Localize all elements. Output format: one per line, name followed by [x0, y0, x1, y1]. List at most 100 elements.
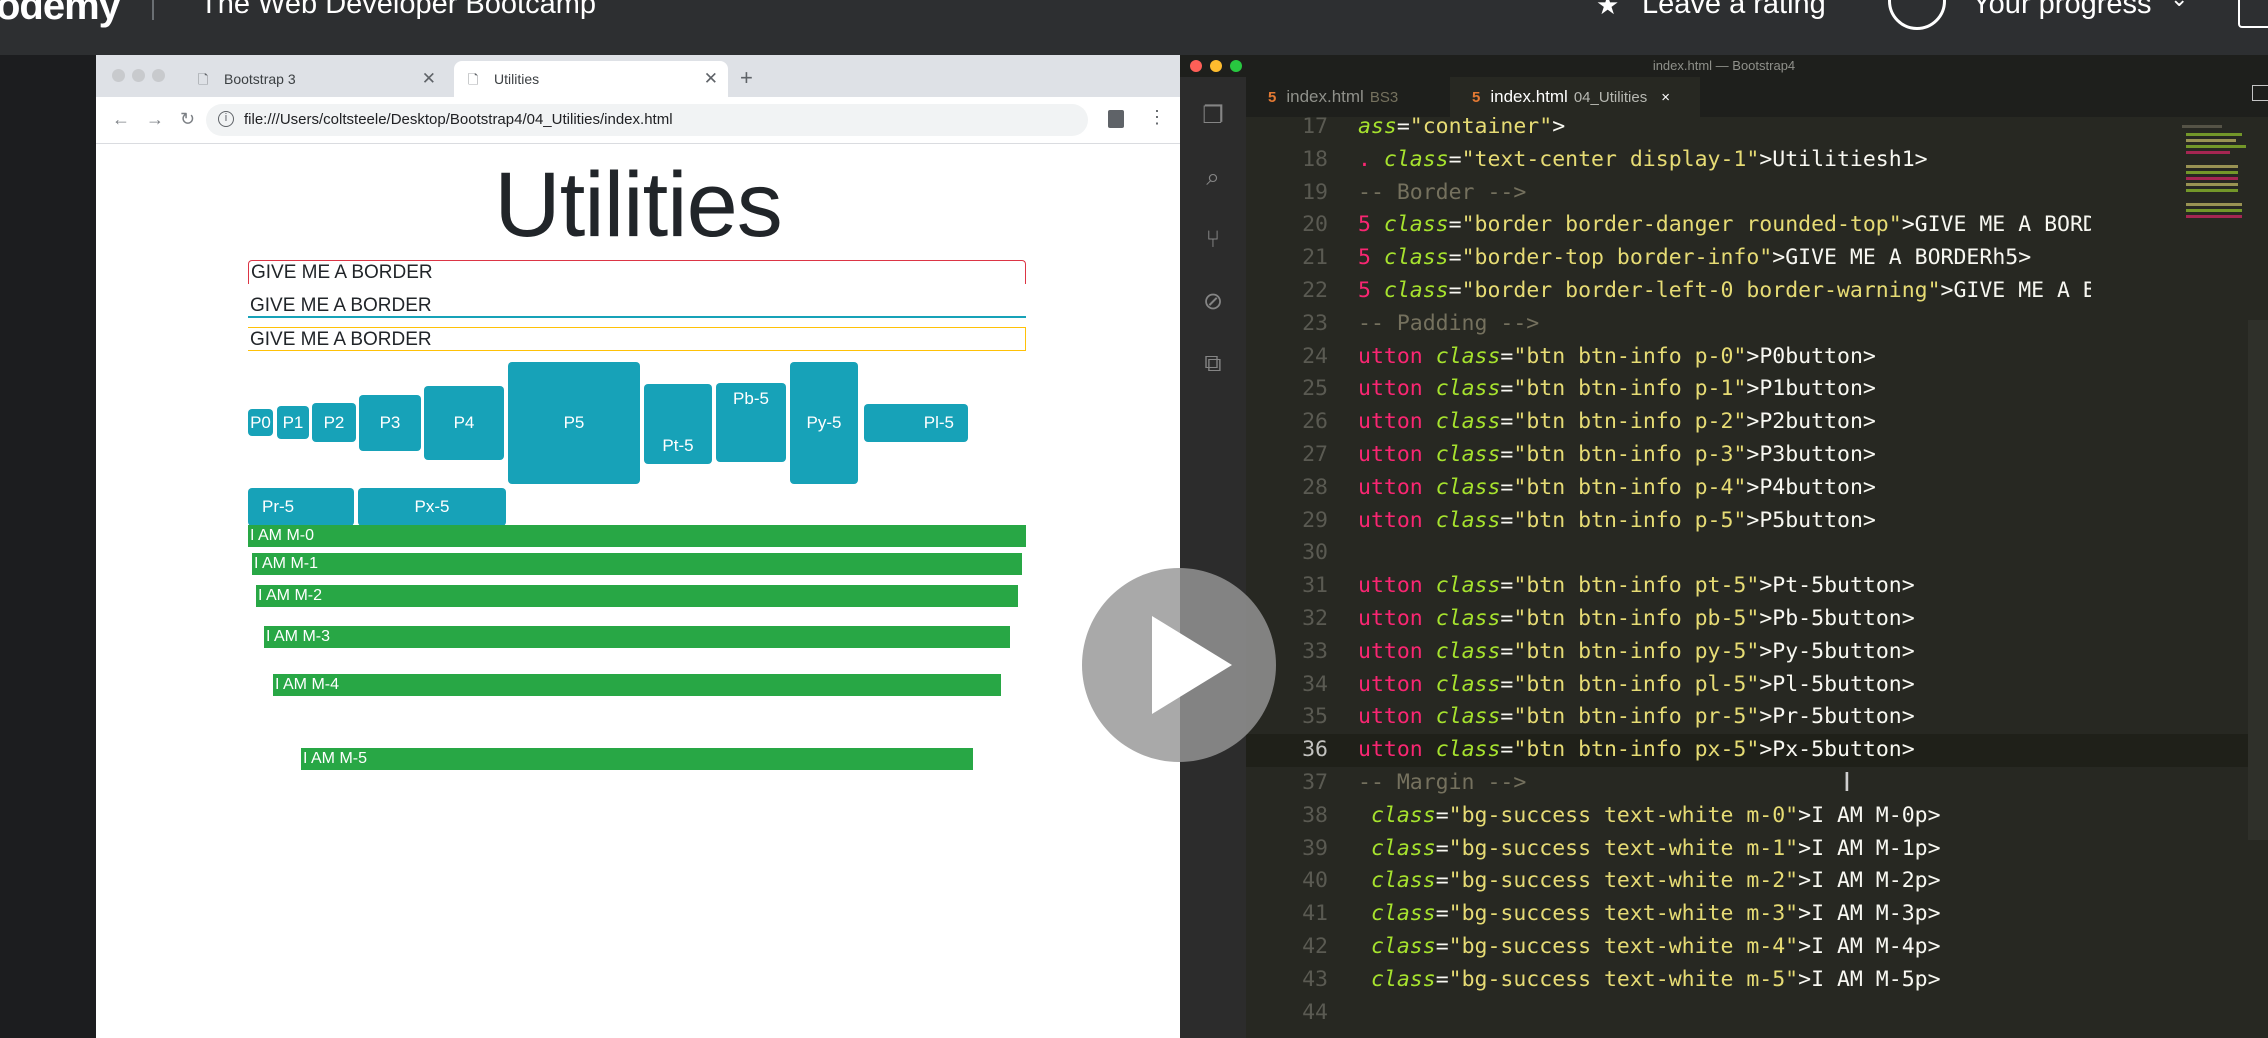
button-pb5[interactable]: Pb-5: [716, 383, 786, 462]
minimize-window-button[interactable]: [132, 69, 145, 82]
split-editor-icon[interactable]: [2252, 85, 2268, 101]
url-text[interactable]: file:///Users/coltsteele/Desktop/Bootstr…: [244, 111, 673, 128]
code-text[interactable]: utton class="btn btn-info px-5">Px-5butt…: [1358, 734, 2091, 767]
code-text[interactable]: utton class="btn btn-info p-0">P0button>: [1358, 341, 2091, 374]
code-line[interactable]: 26 utton class="btn btn-info p-2">P2butto…: [1246, 406, 2268, 439]
code-text[interactable]: utton class="btn btn-info pb-5">Pb-5butt…: [1358, 603, 2091, 636]
forward-arrow-icon[interactable]: →: [146, 109, 164, 130]
button-p2[interactable]: P2: [312, 403, 356, 442]
code-line[interactable]: 33 utton class="btn btn-info py-5">Py-5bu…: [1246, 636, 2268, 669]
code-line[interactable]: 18 . class="text-center display-1">Utilit…: [1246, 144, 2268, 177]
code-line[interactable]: 21 5 class="border-top border-info">GIVE …: [1246, 242, 2268, 275]
maximize-window-button[interactable]: [152, 69, 165, 82]
code-text[interactable]: class="bg-success text-white m-2">I AM M…: [1358, 865, 2091, 898]
code-text[interactable]: ass="container">: [1358, 117, 2091, 144]
button-px5[interactable]: Px-5: [358, 488, 506, 526]
reload-icon[interactable]: ↻: [180, 109, 195, 130]
button-p3[interactable]: P3: [359, 395, 421, 451]
code-text[interactable]: class="bg-success text-white m-3">I AM M…: [1358, 898, 2091, 931]
editor-tab-bs3[interactable]: 5 index.html BS3: [1246, 77, 1446, 117]
code-text[interactable]: 5 class="border border-left-0 border-war…: [1358, 275, 2091, 308]
code-line[interactable]: 38 class="bg-success text-white m-0">I A…: [1246, 800, 2268, 833]
code-line[interactable]: 19 -- Border -->: [1246, 177, 2268, 210]
button-pt5[interactable]: Pt-5: [644, 384, 712, 464]
code-line[interactable]: 23 -- Padding -->: [1246, 308, 2268, 341]
code-text[interactable]: 5 class="border border-danger rounded-to…: [1358, 209, 2091, 242]
code-text[interactable]: utton class="btn btn-info p-2">P2button>: [1358, 406, 2091, 439]
button-p4[interactable]: P4: [424, 386, 504, 460]
code-text[interactable]: -- Margin -->: [1358, 767, 2091, 800]
code-text[interactable]: utton class="btn btn-info p-5">P5button>: [1358, 505, 2091, 538]
code-line[interactable]: 28 utton class="btn btn-info p-4">P4butto…: [1246, 472, 2268, 505]
code-text[interactable]: -- Border -->: [1358, 177, 2091, 210]
close-tab-icon[interactable]: ✕: [422, 69, 436, 89]
code-text[interactable]: utton class="btn btn-info p-1">P1button>: [1358, 373, 2091, 406]
code-text[interactable]: utton class="btn btn-info pt-5">Pt-5butt…: [1358, 570, 2091, 603]
code-line[interactable]: 17 ass="container">: [1246, 117, 2268, 144]
close-tab-icon[interactable]: ✕: [704, 69, 718, 89]
code-text[interactable]: utton class="btn btn-info p-3">P3button>: [1358, 439, 2091, 472]
code-text[interactable]: [1358, 537, 2091, 570]
code-text[interactable]: . class="text-center display-1">Utilitie…: [1358, 144, 2091, 177]
new-tab-button[interactable]: +: [740, 65, 753, 91]
code-text[interactable]: class="bg-success text-white m-0">I AM M…: [1358, 800, 2091, 833]
udemy-logo[interactable]: odemy: [0, 0, 121, 29]
button-pr5[interactable]: Pr-5: [248, 488, 354, 526]
debug-icon[interactable]: ⊘: [1200, 289, 1226, 315]
address-bar[interactable]: i file:///Users/coltsteele/Desktop/Boots…: [206, 104, 1088, 136]
extension-icon[interactable]: [1108, 110, 1124, 128]
browser-tab-utilities[interactable]: 🗋 Utilities ✕: [454, 61, 728, 97]
code-text[interactable]: class="bg-success text-white m-4">I AM M…: [1358, 931, 2091, 964]
code-text[interactable]: [1358, 997, 2091, 1030]
code-line[interactable]: 24 utton class="btn btn-info p-0">P0butto…: [1246, 341, 2268, 374]
code-text[interactable]: utton class="btn btn-info py-5">Py-5butt…: [1358, 636, 2091, 669]
button-pl5[interactable]: Pl-5: [864, 404, 968, 442]
button-p5[interactable]: P5: [508, 362, 640, 484]
code-line[interactable]: 20 5 class="border border-danger rounded-…: [1246, 209, 2268, 242]
editor-scrollbar[interactable]: [2248, 320, 2268, 840]
code-line[interactable]: 29 utton class="btn btn-info p-5">P5butto…: [1246, 505, 2268, 538]
explorer-icon[interactable]: ❐: [1200, 103, 1226, 129]
back-arrow-icon[interactable]: ←: [112, 109, 130, 130]
code-line[interactable]: 34 utton class="btn btn-info pl-5">Pl-5bu…: [1246, 669, 2268, 702]
search-icon[interactable]: ⌕: [1200, 165, 1226, 191]
code-line[interactable]: 32 utton class="btn btn-info pb-5">Pb-5bu…: [1246, 603, 2268, 636]
editor-tab-utilities[interactable]: 5 index.html 04_Utilities ×: [1450, 77, 1700, 117]
close-tab-icon[interactable]: ×: [1661, 89, 1670, 106]
code-text[interactable]: 5 class="border-top border-info">GIVE ME…: [1358, 242, 2091, 275]
close-window-button[interactable]: [112, 69, 125, 82]
code-line[interactable]: 22 5 class="border border-left-0 border-w…: [1246, 275, 2268, 308]
code-line[interactable]: 27 utton class="btn btn-info p-3">P3butto…: [1246, 439, 2268, 472]
source-control-icon[interactable]: ⑂: [1200, 227, 1226, 253]
browser-tab-bootstrap3[interactable]: 🗋 Bootstrap 3 ✕: [184, 61, 446, 97]
code-line[interactable]: 37 -- Margin -->: [1246, 767, 2268, 800]
code-line[interactable]: 35 utton class="btn btn-info pr-5">Pr-5bu…: [1246, 701, 2268, 734]
code-line[interactable]: 36 utton class="btn btn-info px-5">Px-5bu…: [1246, 734, 2268, 767]
code-line[interactable]: 44: [1246, 997, 2268, 1030]
course-title[interactable]: The Web Developer Bootcamp: [200, 0, 596, 21]
button-p1[interactable]: P1: [277, 406, 309, 439]
info-icon[interactable]: i: [218, 111, 234, 127]
code-line[interactable]: 39 class="bg-success text-white m-1">I A…: [1246, 833, 2268, 866]
code-line[interactable]: 41 class="bg-success text-white m-3">I A…: [1246, 898, 2268, 931]
minimap[interactable]: [2182, 117, 2252, 257]
extensions-icon[interactable]: ⧉: [1200, 351, 1226, 377]
code-text[interactable]: class="bg-success text-white m-1">I AM M…: [1358, 833, 2091, 866]
code-line[interactable]: 31 utton class="btn btn-info pt-5">Pt-5bu…: [1246, 570, 2268, 603]
code-line[interactable]: 30: [1246, 537, 2268, 570]
button-py5[interactable]: Py-5: [790, 362, 858, 484]
code-text[interactable]: -- Padding -->: [1358, 308, 2091, 341]
code-line[interactable]: 40 class="bg-success text-white m-2">I A…: [1246, 865, 2268, 898]
code-text[interactable]: class="bg-success text-white m-5">I AM M…: [1358, 964, 2091, 997]
more-menu-icon[interactable]: ⋮: [1148, 107, 1166, 128]
code-line[interactable]: 25 utton class="btn btn-info p-1">P1butto…: [1246, 373, 2268, 406]
code-line[interactable]: 42 class="bg-success text-white m-4">I A…: [1246, 931, 2268, 964]
code-text[interactable]: utton class="btn btn-info pr-5">Pr-5butt…: [1358, 701, 2091, 734]
code-line[interactable]: 43 class="bg-success text-white m-5">I A…: [1246, 964, 2268, 997]
button-p0[interactable]: P0: [248, 409, 273, 436]
code-editor[interactable]: 17 ass="container"> 18 . class="text-center…: [1246, 117, 2268, 1038]
code-text[interactable]: utton class="btn btn-info p-4">P4button>: [1358, 472, 2091, 505]
share-button[interactable]: [2238, 0, 2268, 28]
video-play-button[interactable]: [1082, 568, 1276, 762]
code-text[interactable]: utton class="btn btn-info pl-5">Pl-5butt…: [1358, 669, 2091, 702]
